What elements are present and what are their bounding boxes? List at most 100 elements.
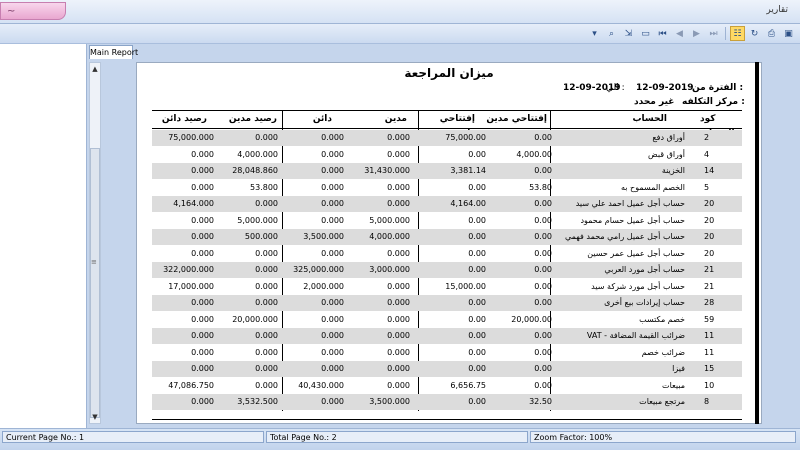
cell-credit: 0.000	[321, 364, 344, 373]
cell-balance-debit: 500.000	[244, 232, 278, 241]
cell-debit: 0.000	[387, 347, 410, 357]
cell-code: 4	[704, 149, 710, 159]
header-bottom-rule	[152, 128, 742, 129]
tab-main-report[interactable]: Main Report	[89, 45, 138, 59]
cell-account: حساب أجل مورد العربي	[604, 265, 685, 274]
cell-opening-credit: 0.00	[468, 265, 486, 274]
cell-opening-debit: 0.00	[534, 166, 552, 175]
cell-balance-debit: 3,532.500	[237, 397, 278, 406]
table-row: 322,000.000 0.000 325,000.000 3,000.000 0.00…	[152, 262, 742, 278]
scroll-grip-icon: ≡	[91, 258, 97, 266]
cell-code: 20	[704, 248, 715, 258]
table-row: 0.000 28,048.860 0.000 31,430.000 3,381.14 0.…	[152, 163, 742, 179]
cell-code: 11	[704, 347, 715, 357]
title-bar: ~ تقارير	[0, 0, 800, 24]
cell-opening-credit: 0.00	[468, 248, 486, 258]
cell-account: حساب أجل عميل عمر حسين	[587, 248, 685, 258]
cell-debit: 0.000	[387, 298, 410, 307]
cell-account: فيزا	[672, 364, 685, 373]
toggle-tree-icon[interactable]: ☷	[730, 26, 745, 41]
status-zoom-factor: Zoom Factor: 100%	[530, 431, 796, 443]
col-header-credit: دائن	[312, 114, 332, 124]
cell-opening-debit: 0.00	[534, 248, 552, 258]
cell-balance-debit: 0.000	[255, 347, 278, 357]
cell-debit: 4,000.000	[369, 232, 410, 241]
cell-code: 21	[704, 281, 715, 291]
cell-code: 14	[704, 166, 715, 175]
cell-opening-debit: 0.00	[534, 380, 552, 390]
scrollbar-thumb[interactable]	[90, 148, 100, 418]
scroll-up-icon[interactable]: ▲	[90, 64, 100, 74]
cell-account: الخزينة	[661, 166, 685, 175]
cell-opening-debit: 0.00	[534, 281, 552, 291]
table-row: 0.000 3,532.500 0.000 3,500.000 0.00 32.50 مرت…	[152, 394, 742, 410]
table-row: 0.000 20,000.000 0.000 0.000 0.00 20,000.00 خص…	[152, 312, 742, 328]
cost-center-value: غير محدد	[634, 97, 675, 107]
cell-credit: 0.000	[321, 314, 344, 324]
table-row: 0.000 5,000.000 0.000 5,000.000 0.00 0.00 حساب…	[152, 213, 742, 229]
refresh-icon[interactable]: ↻	[747, 26, 762, 41]
vertical-scrollbar[interactable]: ▲ ≡ ▼	[89, 62, 101, 424]
prev-page-icon[interactable]: ◀	[672, 26, 687, 41]
col-header-opening-credit: إفتتاحي دائن	[439, 114, 475, 139]
cell-balance-credit: 4,164.000	[173, 199, 214, 208]
page-setup-icon[interactable]: ▭	[638, 26, 653, 41]
cell-opening-debit: 0.00	[534, 347, 552, 357]
cell-credit: 325,000.000	[293, 265, 344, 274]
cell-credit: 0.000	[321, 347, 344, 357]
cell-opening-debit: 0.00	[534, 199, 552, 208]
print-icon[interactable]: ⎙	[764, 26, 779, 41]
cell-debit: 0.000	[387, 182, 410, 192]
cell-opening-credit: 0.00	[468, 298, 486, 307]
scroll-down-icon[interactable]: ▼	[90, 412, 100, 422]
last-page-icon[interactable]: ⏭	[706, 26, 721, 41]
report-toolbar: ▾ ⌕ ⇲ ▭ ⏮ ◀ ▶ ⏭ ☷ ↻ ⎙ ▣	[0, 24, 800, 44]
cell-account: حساب أجل عميل رامي محمد فهمي	[565, 232, 685, 241]
cell-balance-credit: 0.000	[191, 166, 214, 175]
cell-credit: 0.000	[321, 149, 344, 159]
next-page-icon[interactable]: ▶	[689, 26, 704, 41]
cell-credit: 0.000	[321, 215, 344, 225]
cell-credit: 3,500.000	[303, 232, 344, 241]
col-header-balance-debit: رصيد مدين	[228, 114, 277, 124]
cell-opening-credit: 0.00	[468, 215, 486, 225]
cell-debit: 0.000	[387, 331, 410, 340]
cell-opening-debit: 0.00	[534, 298, 552, 307]
cell-credit: 2,000.000	[303, 281, 344, 291]
cell-debit: 0.000	[387, 281, 410, 291]
window-title: تقارير	[766, 5, 788, 15]
find-icon[interactable]: ⌕	[604, 26, 619, 41]
cell-debit: 31,430.000	[364, 166, 410, 175]
col-header-balance-credit: رصيد دائن	[161, 114, 207, 124]
first-page-icon[interactable]: ⏮	[655, 26, 670, 41]
cell-credit: 0.000	[321, 166, 344, 175]
cell-balance-debit: 0.000	[255, 380, 278, 390]
cell-account: أوراق دفع	[652, 133, 685, 142]
cell-opening-credit: 0.00	[468, 331, 486, 340]
cell-code: 11	[704, 331, 715, 340]
cell-account: حساب أجل مورد شركة سيد	[591, 281, 685, 291]
table-row: 0.000 0.000 0.000 0.000 0.00 0.00 فيزا 15	[152, 361, 742, 377]
cell-debit: 3,000.000	[369, 265, 410, 274]
cell-debit: 0.000	[387, 149, 410, 159]
cell-balance-credit: 0.000	[191, 215, 214, 225]
cell-balance-debit: 0.000	[255, 199, 278, 208]
cell-account: أوراق قبض	[648, 149, 685, 159]
group-tree-panel[interactable]	[0, 44, 87, 428]
save-icon[interactable]: ▣	[781, 26, 796, 41]
cell-balance-credit: 47,086.750	[168, 380, 214, 390]
cell-opening-credit: 0.00	[468, 314, 486, 324]
table-row: 75,000.000 0.000 0.000 0.000 75,000.00 0.00 أو…	[152, 130, 742, 146]
table-row: 0.000 500.000 3,500.000 4,000.000 0.00 0.00 حس…	[152, 229, 742, 245]
export-icon[interactable]: ⇲	[621, 26, 636, 41]
cell-code: 20	[704, 215, 715, 225]
cell-opening-debit: 20,000.00	[511, 314, 552, 324]
period-from: 12-09-2019	[636, 83, 694, 93]
group-tree-icon[interactable]: ▾	[587, 26, 602, 41]
cell-debit: 0.000	[387, 248, 410, 258]
period-to: 12-09-2019	[563, 83, 621, 93]
cell-balance-debit: 4,000.000	[237, 149, 278, 159]
cell-opening-debit: 4,000.00	[516, 149, 552, 159]
app-menu-button[interactable]: ~	[0, 2, 66, 20]
cell-balance-credit: 0.000	[191, 182, 214, 192]
